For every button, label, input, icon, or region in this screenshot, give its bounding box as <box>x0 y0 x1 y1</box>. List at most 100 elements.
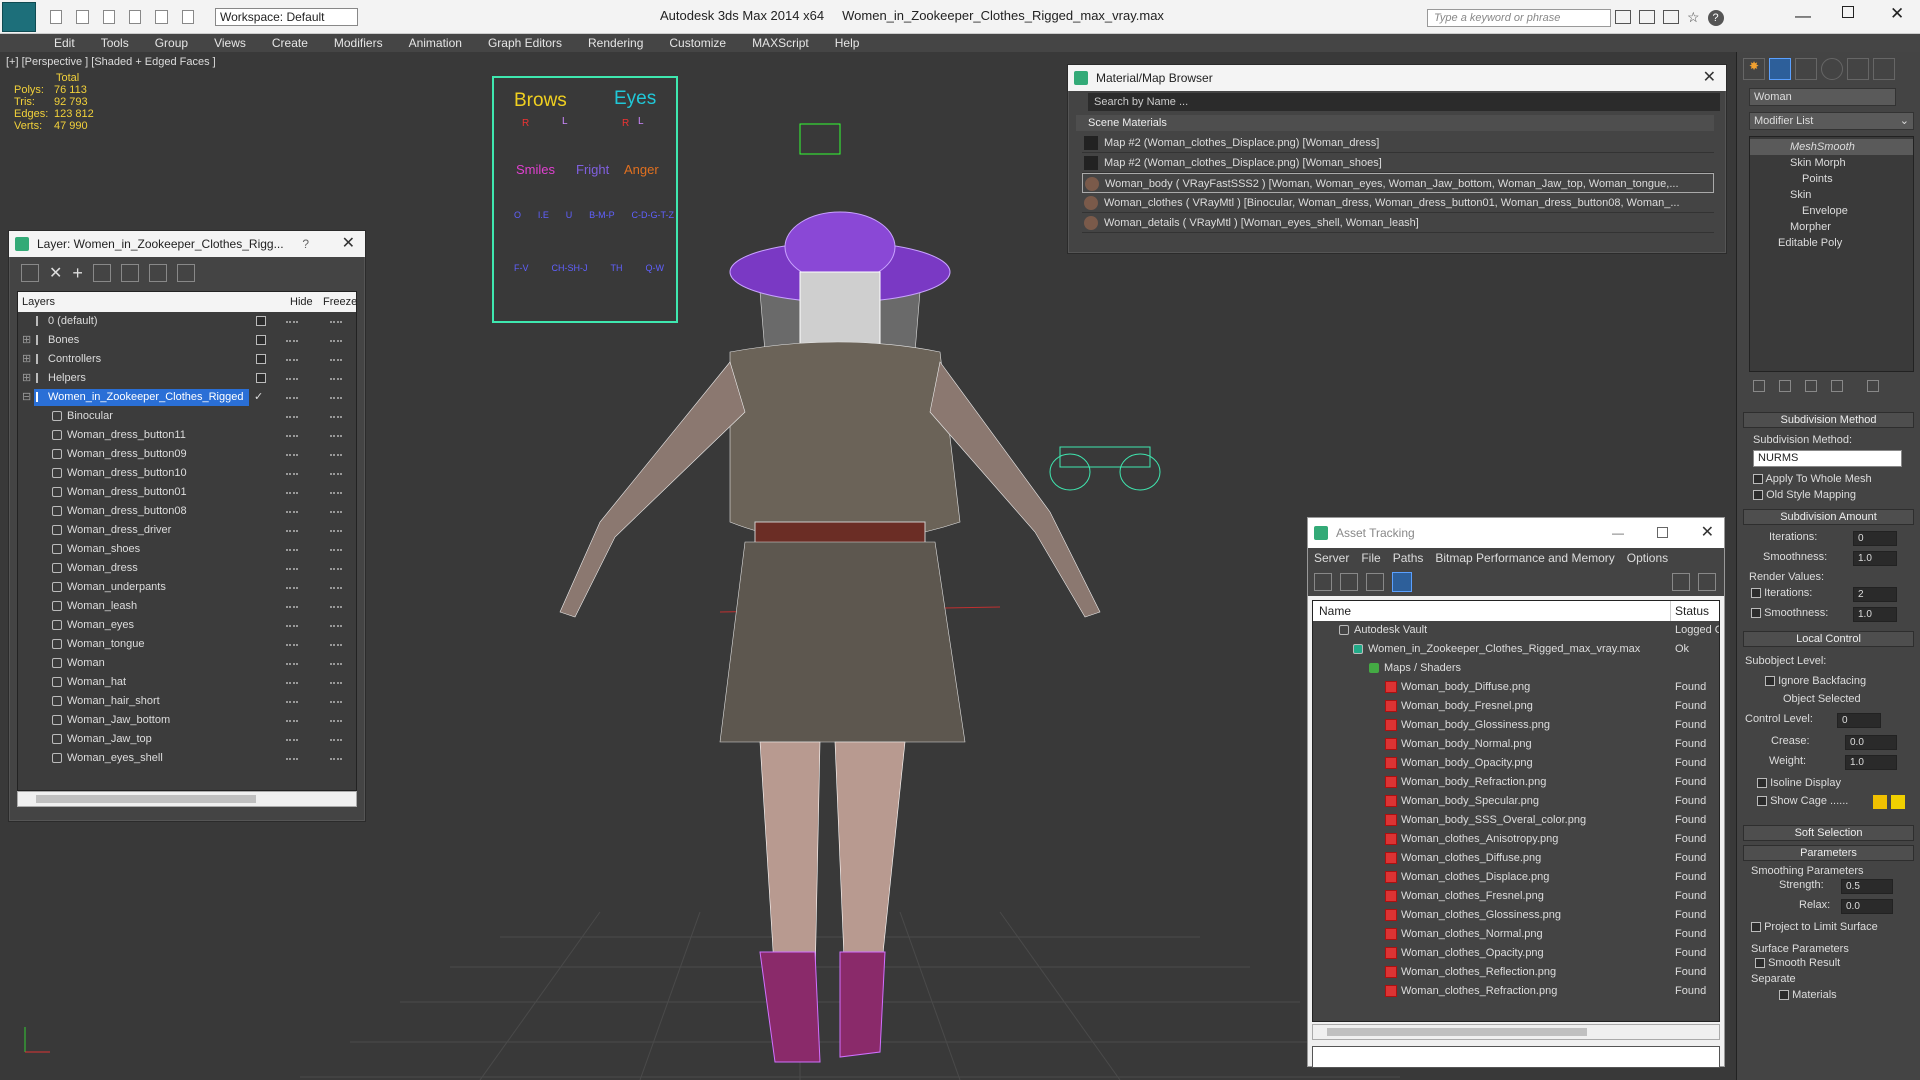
object-row[interactable]: Woman_dress_button11 <box>18 426 356 445</box>
object-freeze-toggle[interactable] <box>330 587 342 589</box>
asset-row[interactable]: Woman_clothes_Displace.png Found <box>1313 868 1719 887</box>
list-view-icon[interactable] <box>1340 573 1358 591</box>
pin-stack-icon[interactable] <box>1753 380 1765 392</box>
object-freeze-toggle[interactable] <box>330 758 342 760</box>
object-freeze-toggle[interactable] <box>330 663 342 665</box>
stack-editable-poly[interactable]: Editable Poly <box>1750 235 1913 251</box>
object-freeze-toggle[interactable] <box>330 644 342 646</box>
object-render-toggle[interactable] <box>286 720 298 722</box>
modify-tab-icon[interactable] <box>1769 58 1791 80</box>
layer-hscrollbar[interactable] <box>17 791 357 807</box>
asset-row[interactable]: Woman_clothes_Reflection.png Found <box>1313 963 1719 982</box>
display-tab-icon[interactable] <box>1847 58 1869 80</box>
menu-edit[interactable]: Edit <box>54 36 75 50</box>
object-row[interactable]: Woman_dress_button01 <box>18 483 356 502</box>
object-render-toggle[interactable] <box>286 701 298 703</box>
search-input[interactable]: Type a keyword or phrase <box>1427 9 1611 27</box>
layer-freeze-toggle[interactable] <box>330 378 342 380</box>
object-row[interactable]: Woman_eyes <box>18 616 356 635</box>
layer-panel-title[interactable]: Layer: Women_in_Zookeeper_Clothes_Rigg..… <box>9 231 365 257</box>
smoothness-spinner[interactable]: 1.0 <box>1853 551 1897 566</box>
object-freeze-toggle[interactable] <box>330 739 342 741</box>
asset-tracking-title[interactable]: Asset Tracking — ✕ <box>1308 518 1724 548</box>
menu-rendering[interactable]: Rendering <box>588 36 643 50</box>
menu-help[interactable]: Help <box>835 36 860 50</box>
stack-points[interactable]: Points <box>1750 171 1913 187</box>
project-folder-icon[interactable] <box>181 10 194 24</box>
object-render-toggle[interactable] <box>286 454 298 456</box>
object-freeze-toggle[interactable] <box>330 606 342 608</box>
hierarchy-tab-icon[interactable] <box>1795 58 1817 80</box>
layer-render-toggle[interactable] <box>286 340 298 342</box>
layer-row[interactable]: ⊞ Helpers <box>18 369 356 388</box>
object-render-toggle[interactable] <box>286 587 298 589</box>
nurms-dropdown[interactable]: NURMS <box>1753 450 1902 467</box>
object-render-toggle[interactable] <box>286 568 298 570</box>
object-render-toggle[interactable] <box>286 416 298 418</box>
create-tab-icon[interactable]: ✸ <box>1743 58 1765 80</box>
undo-icon[interactable] <box>128 10 142 24</box>
asset-row[interactable]: Woman_body_Specular.png Found <box>1313 792 1719 811</box>
object-row[interactable]: Woman_Jaw_bottom <box>18 711 356 730</box>
asset-row[interactable]: Woman_clothes_Diffuse.png Found <box>1313 849 1719 868</box>
asset-row[interactable]: Woman_body_Opacity.png Found <box>1313 754 1719 773</box>
layer-render-toggle[interactable] <box>286 321 298 323</box>
material-item[interactable]: Woman_body ( VRayFastSSS2 ) [Woman, Woma… <box>1082 173 1714 193</box>
layer-hide-checkbox[interactable] <box>256 316 266 326</box>
object-row[interactable]: Woman_underpants <box>18 578 356 597</box>
asset-row-maps[interactable]: Maps / Shaders <box>1313 659 1719 678</box>
asset-row[interactable]: Woman_body_Diffuse.png Found <box>1313 678 1719 697</box>
cage-color-swatch-1[interactable] <box>1873 795 1887 809</box>
material-search-input[interactable]: Search by Name ... <box>1088 93 1720 111</box>
object-row[interactable]: Woman_leash <box>18 597 356 616</box>
material-item[interactable]: Woman_clothes ( VRayMtl ) [Binocular, Wo… <box>1082 193 1714 213</box>
layer-render-toggle[interactable] <box>286 378 298 380</box>
asset-row[interactable]: Woman_clothes_Fresnel.png Found <box>1313 887 1719 906</box>
weight-spinner[interactable]: 1.0 <box>1845 755 1897 770</box>
layer-render-toggle[interactable] <box>286 359 298 361</box>
remove-modifier-icon[interactable] <box>1831 380 1843 392</box>
asset-row[interactable]: Woman_body_Normal.png Found <box>1313 735 1719 754</box>
asset-menu-server[interactable]: Server <box>1314 551 1349 565</box>
star-icon[interactable]: ☆ <box>1687 10 1700 26</box>
subdivision-method-rollout[interactable]: Subdivision Method <box>1743 412 1914 428</box>
render-iterations-checkbox[interactable] <box>1751 588 1761 599</box>
object-name-field[interactable]: Woman <box>1749 88 1896 106</box>
subdivision-amount-rollout[interactable]: Subdivision Amount <box>1743 509 1914 525</box>
layer-row-selected[interactable]: ⊟ Women_in_Zookeeper_Clothes_Rigged ✓ <box>18 388 356 407</box>
make-unique-icon[interactable] <box>1805 380 1817 392</box>
object-row[interactable]: Woman <box>18 654 356 673</box>
object-freeze-toggle[interactable] <box>330 511 342 513</box>
project-limit-surface-checkbox[interactable] <box>1751 922 1761 933</box>
new-file-icon[interactable] <box>50 10 63 24</box>
asset-menu-file[interactable]: File <box>1361 551 1380 565</box>
col-name[interactable]: Name <box>1319 601 1351 621</box>
material-browser-title[interactable]: Material/Map Browser ✕ <box>1068 65 1726 91</box>
menu-create[interactable]: Create <box>272 36 308 50</box>
refresh-icon[interactable] <box>1314 573 1332 591</box>
object-render-toggle[interactable] <box>286 435 298 437</box>
soft-selection-rollout[interactable]: Soft Selection <box>1743 825 1914 841</box>
asset-maximize[interactable] <box>1657 527 1668 538</box>
layer-hide-checkbox[interactable] <box>256 354 266 364</box>
asset-help-icon[interactable] <box>1672 573 1690 591</box>
object-render-toggle[interactable] <box>286 663 298 665</box>
maximize-button[interactable] <box>1842 6 1854 18</box>
highlight-layer-icon[interactable] <box>120 264 139 282</box>
col-freeze[interactable]: Freeze <box>323 292 356 312</box>
col-layers[interactable]: Layers <box>22 292 55 312</box>
object-render-toggle[interactable] <box>286 473 298 475</box>
object-freeze-toggle[interactable] <box>330 568 342 570</box>
col-status[interactable]: Status <box>1670 601 1709 621</box>
layer-close-button[interactable]: ✕ <box>342 231 355 257</box>
object-freeze-toggle[interactable] <box>330 492 342 494</box>
asset-menu-bitmap[interactable]: Bitmap Performance and Memory <box>1435 551 1614 565</box>
object-freeze-toggle[interactable] <box>330 530 342 532</box>
object-render-toggle[interactable] <box>286 530 298 532</box>
object-freeze-toggle[interactable] <box>330 435 342 437</box>
asset-row[interactable]: Woman_body_Fresnel.png Found <box>1313 697 1719 716</box>
stack-skin[interactable]: Skin <box>1750 187 1913 203</box>
show-end-result-icon[interactable] <box>1779 380 1791 392</box>
layer-row[interactable]: ⊞ Controllers <box>18 350 356 369</box>
material-item[interactable]: Woman_details ( VRayMtl ) [Woman_eyes_sh… <box>1082 213 1714 233</box>
